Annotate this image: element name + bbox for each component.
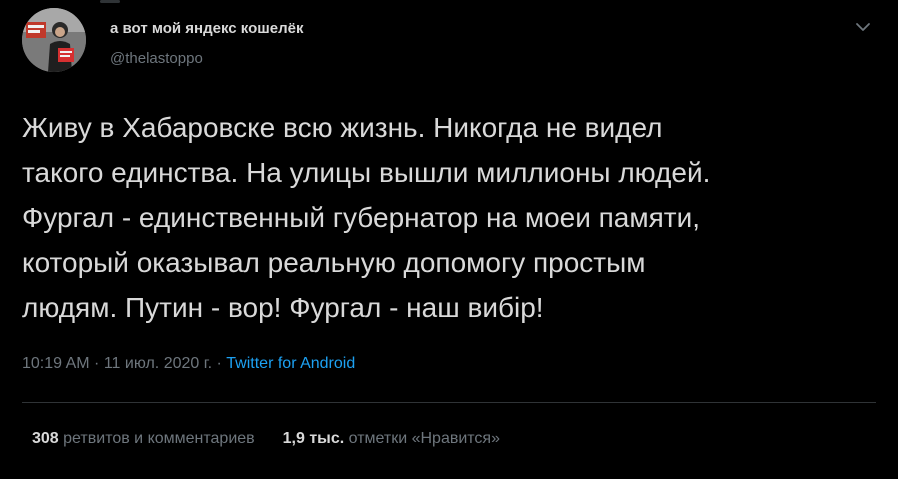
retweets-label: ретвитов и комментариев xyxy=(63,430,255,447)
retweets-count: 308 xyxy=(32,430,59,447)
author-display-name[interactable]: а вот мой яндекс кошелёк xyxy=(110,20,303,37)
tweet-source-link[interactable]: Twitter for Android xyxy=(226,355,355,372)
divider xyxy=(22,402,876,403)
tweet-text-line: Живу в Хабаровске всю жизнь. Никогда не … xyxy=(22,112,663,143)
likes-label: отметки «Нравится» xyxy=(348,430,500,447)
likes-count: 1,9 тыс. xyxy=(282,430,345,447)
tweet-text-line: такого единства. На улицы вышли миллионы… xyxy=(22,157,711,188)
tweet-text: Живу в Хабаровске всю жизнь. Никогда не … xyxy=(22,105,882,330)
tweet-time[interactable]: 10:19 AM xyxy=(22,355,90,372)
tweet-date[interactable]: 11 июл. 2020 г. xyxy=(104,355,212,372)
tweet-text-line: людям. Путин - вор! Фургал - наш вибір! xyxy=(22,292,544,323)
avatar-image xyxy=(22,8,86,72)
author-handle[interactable]: @thelastoppo xyxy=(110,50,203,67)
tweet-meta: 10:19 AM · 11 июл. 2020 г. · Twitter for… xyxy=(22,355,355,373)
meta-separator: · xyxy=(89,355,104,372)
previous-tweet-connector xyxy=(100,0,120,3)
chevron-down-icon[interactable] xyxy=(854,18,872,36)
tweet-text-line: Фургал - единственный губернатор на моеи… xyxy=(22,202,701,233)
avatar[interactable] xyxy=(22,8,86,72)
likes-stat[interactable]: 1,9 тыс. отметки «Нравится» xyxy=(283,430,500,447)
meta-separator: · xyxy=(212,355,227,372)
tweet-text-line: который оказывал реальную допомогу прост… xyxy=(22,247,646,278)
tweet-stats: 308 ретвитов и комментариев 1,9 тыс. отме… xyxy=(32,430,500,448)
retweets-stat[interactable]: 308 ретвитов и комментариев xyxy=(32,430,255,447)
